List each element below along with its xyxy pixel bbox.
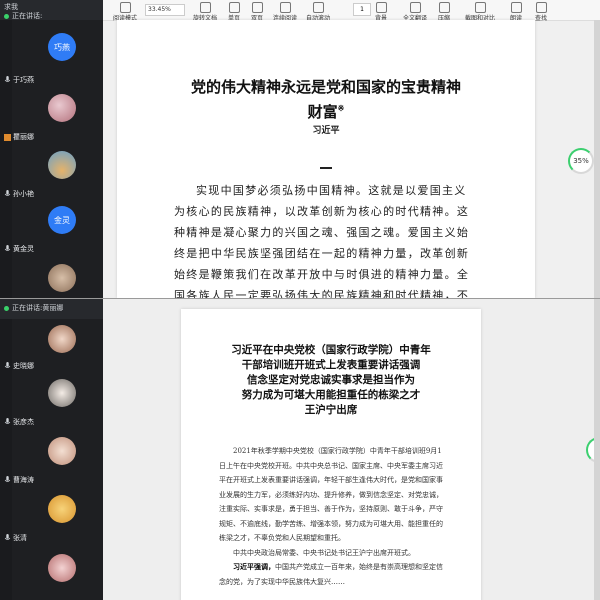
mic-icon bbox=[4, 476, 11, 482]
page-number-field[interactable]: 1 bbox=[353, 3, 371, 16]
avatar bbox=[48, 94, 76, 122]
zoom-field[interactable]: 33.45% bbox=[145, 4, 185, 16]
speaking-label: 正在讲话: bbox=[12, 12, 43, 20]
strip-header: 求我 正在讲话: bbox=[0, 0, 103, 20]
participant-name: 孙小艳 bbox=[4, 189, 34, 199]
toolbar-translate[interactable]: 全文翻译 bbox=[403, 0, 427, 22]
participant-name: 于巧燕 bbox=[4, 75, 34, 85]
participant-name: 张彦杰 bbox=[4, 417, 34, 427]
toolbar-double-page[interactable]: 双页 bbox=[251, 0, 263, 22]
paragraph: 2021年秋季学期中央党校（国家行政学院）中青年干部培训班9月1日上午在中央党校… bbox=[219, 447, 443, 542]
progress-gauge[interactable]: 35% bbox=[568, 148, 594, 174]
vertical-scrollbar[interactable] bbox=[594, 20, 600, 298]
translate-icon bbox=[409, 2, 421, 13]
screenshot-icon bbox=[474, 2, 486, 13]
avatar bbox=[48, 264, 76, 292]
video-strip-bottom: 正在讲话:黄丽娜 史晓娜 张彦杰 曹海涛 张清 bbox=[0, 299, 103, 600]
toolbar-autoscroll[interactable]: 自动滚动 bbox=[306, 0, 330, 22]
participant-name: 史晓娜 bbox=[4, 361, 34, 371]
host-icon bbox=[4, 133, 11, 141]
double-page-icon bbox=[251, 2, 263, 13]
toolbar-screenshot[interactable]: 截图和对比 bbox=[465, 0, 495, 22]
rotate-icon bbox=[199, 2, 211, 13]
video-strip-top: 求我 正在讲话: 巧燕 于巧燕 瞿丽娜 孙小艳 金灵 黄金灵 bbox=[0, 0, 103, 298]
mic-icon bbox=[4, 534, 11, 540]
vertical-scrollbar[interactable] bbox=[594, 299, 600, 600]
document-page: 党的伟大精神永远是党和国家的宝贵精神 财富※ 习近平 实现中国梦必须弘扬中国精神。… bbox=[117, 20, 535, 298]
mic-icon bbox=[4, 418, 11, 424]
top-window: 求我 正在讲话: 巧燕 于巧燕 瞿丽娜 孙小艳 金灵 黄金灵 33.45% 阅读… bbox=[0, 0, 600, 298]
live-dot-icon bbox=[4, 13, 9, 19]
toolbar-single-page[interactable]: 单页 bbox=[228, 0, 240, 22]
toolbar-compress[interactable]: 压缩 bbox=[438, 0, 450, 22]
avatar bbox=[48, 325, 76, 353]
participant-name: 张清 bbox=[4, 533, 27, 543]
section-marker bbox=[320, 167, 332, 169]
continuous-icon bbox=[279, 2, 291, 13]
speaker-icon bbox=[510, 2, 522, 13]
book-icon bbox=[119, 2, 131, 13]
bottom-window: 正在讲话:黄丽娜 史晓娜 张彦杰 曹海涛 张清 习近平在中央党校（国家行政学院）… bbox=[0, 299, 600, 600]
strip-rail bbox=[0, 20, 12, 298]
paragraph: 中共中央政治局常委、中央书记处书记王沪宁出席开班式。 bbox=[233, 548, 415, 557]
mic-icon bbox=[4, 190, 11, 196]
mic-icon bbox=[4, 245, 11, 251]
participant-name: 黄金灵 bbox=[4, 244, 34, 254]
avatar bbox=[48, 379, 76, 407]
toolbar-reading-mode[interactable]: 阅读模式 bbox=[113, 0, 137, 22]
autoscroll-icon bbox=[312, 2, 324, 13]
compress-icon bbox=[438, 2, 450, 13]
avatar bbox=[48, 151, 76, 179]
article-body: 2021年秋季学期中央党校（国家行政学院）中青年干部培训班9月1日上午在中央党校… bbox=[219, 444, 444, 589]
search-icon bbox=[535, 2, 547, 13]
background-icon bbox=[375, 2, 387, 13]
article-title: 习近平在中央党校（国家行政学院）中青年 干部培训班开班式上发表重要讲话强调 信念… bbox=[231, 344, 431, 416]
avatar bbox=[48, 437, 76, 465]
article-author: 习近平 bbox=[312, 126, 340, 136]
toolbar-rotate[interactable]: 旋转文档 bbox=[193, 0, 217, 22]
mic-icon bbox=[4, 76, 11, 82]
speaking-indicator: 正在讲话:黄丽娜 bbox=[4, 303, 63, 313]
reader-toolbar: 33.45% 阅读模式 旋转文档 单页 双页 连续阅读 自动滚动 1 背景 全文… bbox=[103, 0, 600, 22]
mic-icon bbox=[4, 362, 11, 368]
avatar: 金灵 bbox=[48, 206, 76, 234]
live-dot-icon bbox=[4, 305, 9, 311]
toolbar-find[interactable]: 查找 bbox=[535, 0, 547, 22]
strip-header: 正在讲话:黄丽娜 bbox=[0, 299, 103, 319]
document-page: 习近平在中央党校（国家行政学院）中青年 干部培训班开班式上发表重要讲话强调 信念… bbox=[181, 309, 481, 600]
single-page-icon bbox=[228, 2, 240, 13]
article-body: 实现中国梦必须弘扬中国精神。这就是以爱国主义为核心的民族精神，以改革创新为核心的… bbox=[174, 184, 470, 298]
speaking-label: 正在讲话:黄丽娜 bbox=[12, 304, 64, 312]
participant-name: 曹海涛 bbox=[4, 475, 34, 485]
participant-name: 瞿丽娜 bbox=[4, 132, 34, 142]
article-title: 党的伟大精神永远是党和国家的宝贵精神 财富※ bbox=[190, 78, 461, 121]
toolbar-read-aloud[interactable]: 朗读 bbox=[510, 0, 522, 22]
avatar bbox=[48, 495, 76, 523]
avatar: 巧燕 bbox=[48, 33, 76, 61]
toolbar-background[interactable]: 背景 bbox=[375, 0, 387, 22]
toolbar-continuous[interactable]: 连续阅读 bbox=[273, 0, 297, 22]
paragraph: 习近平强调，中国共产党成立一百年来，始终是有崇高理想和坚定信念的党，为了实现中华… bbox=[219, 562, 443, 586]
avatar bbox=[48, 554, 76, 582]
